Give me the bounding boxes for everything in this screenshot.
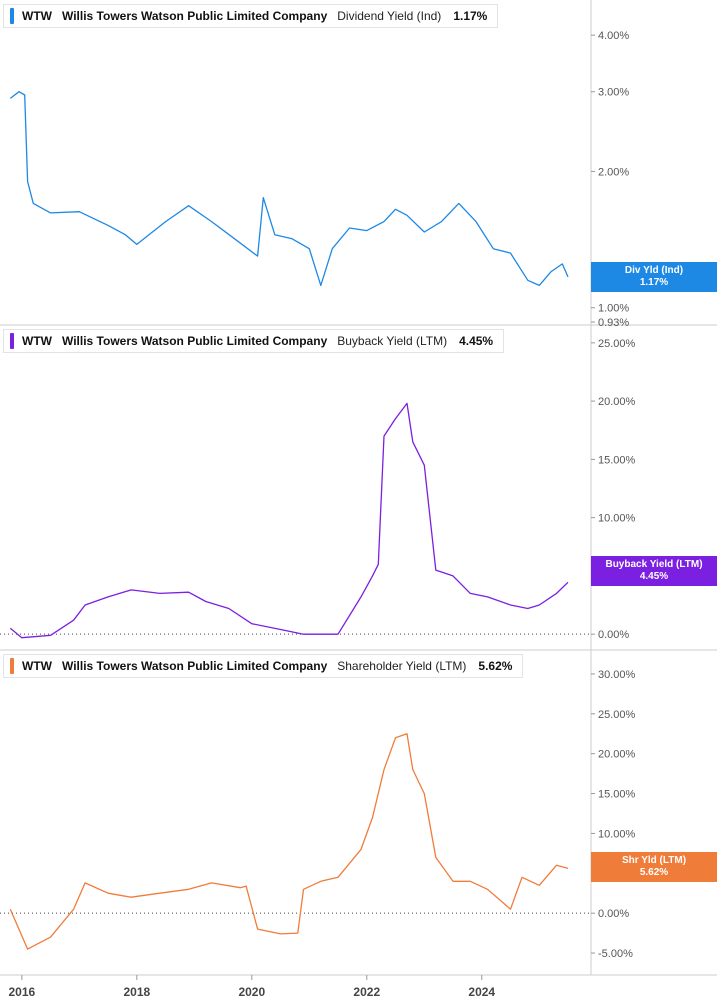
x-tick-label: 2020	[238, 985, 265, 999]
y-tick-label: -5.00%	[598, 948, 633, 960]
y-tick-label: 4.00%	[598, 30, 629, 42]
y-tick-label: 20.00%	[598, 396, 636, 408]
metric-value: 1.17%	[453, 9, 488, 23]
y-tick-label: 1.00%	[598, 303, 629, 315]
y-tick-label: 0.00%	[598, 908, 629, 920]
x-tick-label: 2024	[468, 985, 495, 999]
badge-label: Buyback Yield (LTM)	[605, 559, 703, 570]
badge-value: 5.62%	[639, 867, 669, 878]
y-tick-label: 10.00%	[598, 513, 636, 525]
y-tick-label: 2.00%	[598, 166, 629, 178]
y-tick-label: 20.00%	[598, 749, 636, 761]
x-tick-label: 2016	[8, 985, 35, 999]
metric-value: 4.45%	[459, 334, 494, 348]
y-tick-label: 25.00%	[598, 338, 636, 350]
y-tick-label: 3.00%	[598, 87, 629, 99]
metric-value: 5.62%	[478, 659, 513, 673]
y-tick-label: 30.00%	[598, 669, 636, 681]
legend-panel-3: WTW Willis Towers Watson Public Limited …	[3, 654, 524, 678]
badge-label: Div Yld (Ind)	[624, 265, 684, 276]
legend-panel-2: WTW Willis Towers Watson Public Limited …	[3, 329, 505, 353]
ticker-label: WTW	[22, 659, 52, 673]
company-name: Willis Towers Watson Public Limited Comp…	[61, 334, 328, 348]
y-tick-label: 10.00%	[598, 828, 636, 840]
company-name: Willis Towers Watson Public Limited Comp…	[61, 9, 328, 23]
last-value-badge-shareholder: Shr Yld (LTM) 5.62%	[591, 852, 717, 882]
metric-name: Shareholder Yield (LTM)	[337, 659, 467, 673]
y-tick-label: 25.00%	[598, 709, 636, 721]
series-line-3	[9, 733, 569, 950]
company-name: Willis Towers Watson Public Limited Comp…	[61, 659, 328, 673]
badge-value: 1.17%	[639, 277, 669, 288]
metric-name: Dividend Yield (Ind)	[337, 9, 442, 23]
ticker-label: WTW	[22, 9, 52, 23]
x-tick-label: 2022	[353, 985, 380, 999]
metric-name: Buyback Yield (LTM)	[337, 334, 448, 348]
y-axis-ticks: 4.00% 3.00% 2.00% 1.00% 0.93% 25.00% 20.00% 15.…	[591, 30, 636, 960]
legend-color-swatch	[10, 8, 14, 24]
y-tick-label: 0.00%	[598, 629, 629, 641]
last-value-badge-buyback: Buyback Yield (LTM) 4.45%	[591, 556, 717, 586]
y-tick-label: 15.00%	[598, 789, 636, 801]
ticker-label: WTW	[22, 334, 52, 348]
x-tick-label: 2018	[123, 985, 150, 999]
series-line-1	[9, 91, 569, 287]
x-axis-ticks: 2016 2018 2020 2022 2024	[8, 975, 495, 999]
y-tick-label: 0.93%	[598, 317, 629, 329]
badge-value: 4.45%	[639, 571, 669, 582]
badge-label: Shr Yld (LTM)	[621, 855, 687, 866]
legend-color-swatch	[10, 658, 14, 674]
y-tick-label: 15.00%	[598, 454, 636, 466]
legend-panel-1: WTW Willis Towers Watson Public Limited …	[3, 4, 499, 28]
last-value-badge-dividend: Div Yld (Ind) 1.17%	[591, 262, 717, 292]
series-line-2	[9, 402, 569, 639]
legend-color-swatch	[10, 333, 14, 349]
series-layer	[0, 91, 591, 950]
